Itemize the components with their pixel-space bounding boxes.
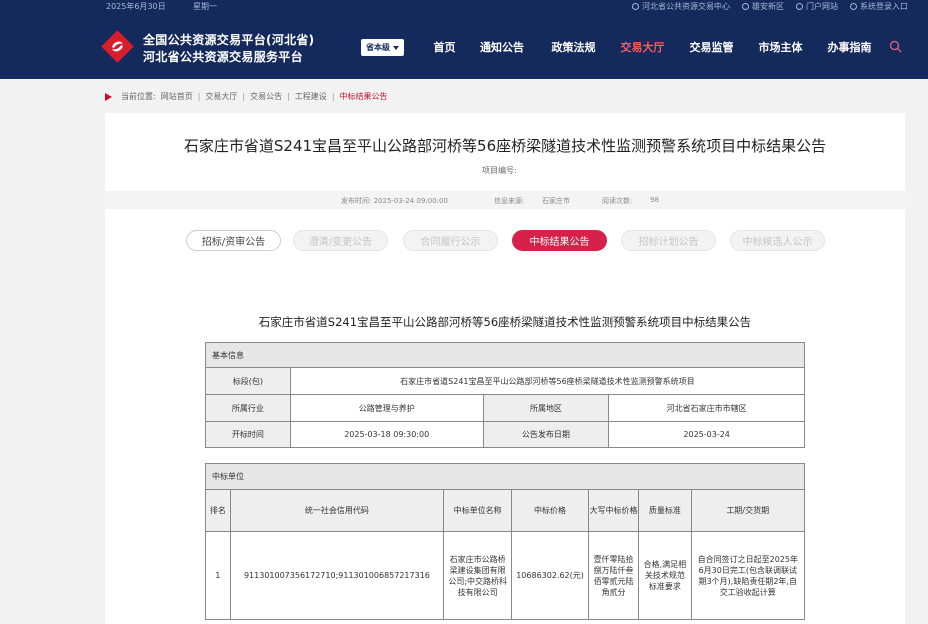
cell-price: 10686302.62(元) xyxy=(511,531,589,620)
value-industry: 公路管理与养护 xyxy=(289,394,484,422)
section-basic-info: 基本信息 xyxy=(205,342,805,368)
cell-credit-code: 911301007356172710;911301006857217316 xyxy=(229,531,445,620)
notice-tabs: 招标/资审公告 澄清/变更公告 合同履行公示 中标结果公告 招标计划公告 中标候… xyxy=(105,230,905,252)
nav-item-guide[interactable]: 办事指南 xyxy=(815,39,884,55)
cell-period: 自合同签订之日起至2025年6月30日完工(包含联调联试期3个月),缺陷责任期2… xyxy=(690,531,806,620)
globe-icon xyxy=(632,3,639,10)
breadcrumb-home[interactable]: 网站首页 xyxy=(161,91,193,102)
tab-award-result[interactable]: 中标结果公告 xyxy=(512,230,607,251)
document-title: 石家庄市省道S241宝昌至平山公路部河桥等56座桥梁隧道技术性监测预警系统项目中… xyxy=(258,315,752,329)
cell-quality: 合格,满足相关技术规范标准要求 xyxy=(638,531,692,620)
top-link-center[interactable]: 河北省公共资源交易中心 xyxy=(632,1,730,12)
nav-item-supervision[interactable]: 交易监管 xyxy=(677,39,746,55)
level-select-label: 省本级 xyxy=(366,43,390,52)
site-title-line1: 全国公共资源交易平台(河北省) xyxy=(143,33,315,47)
header-rank: 排名 xyxy=(205,489,231,532)
home-icon xyxy=(796,3,803,10)
header-price: 中标价格 xyxy=(511,489,589,532)
header-winner-name: 中标单位名称 xyxy=(443,489,513,532)
cell-price-cn: 壹仟零陆拾捌万陆仟叁佰零贰元陆角贰分 xyxy=(587,531,640,620)
top-link-xiongan[interactable]: 雄安新区 xyxy=(742,1,784,12)
label-industry: 所属行业 xyxy=(205,394,291,422)
value-region: 河北省石家庄市市辖区 xyxy=(608,394,805,422)
value-notice-date: 2025-03-24 xyxy=(608,421,805,448)
chevron-down-icon xyxy=(393,45,399,50)
article-meta-bar: 发布时间: 2025-03-24 09:00:00 信息来源: 石家庄市 阅读次… xyxy=(105,191,905,209)
top-link-portal[interactable]: 门户网站 xyxy=(796,1,838,12)
location-arrow-icon xyxy=(105,92,112,101)
breadcrumb-separator: | xyxy=(197,92,201,101)
current-weekday: 星期一 xyxy=(193,2,217,11)
top-bar: 2025年6月30日 星期一 河北省公共资源交易中心 雄安新区 门户网站 系统登… xyxy=(0,0,928,13)
nav-item-trading-hall[interactable]: 交易大厅 xyxy=(608,39,677,55)
project-number-label: 项目编号: xyxy=(482,166,517,175)
views-value: 98 xyxy=(650,196,659,204)
site-header: 2025年6月30日 星期一 河北省公共资源交易中心 雄安新区 门户网站 系统登… xyxy=(0,0,928,79)
breadcrumb-prefix: 当前位置: xyxy=(121,92,156,101)
breadcrumb-separator: | xyxy=(331,92,335,101)
breadcrumb-separator: | xyxy=(242,92,246,101)
value-section: 石家庄市省道S241宝昌至平山公路部河桥等56座桥梁隧道技术性监测预警系统项目 xyxy=(289,367,806,395)
level-select[interactable]: 省本级 xyxy=(361,39,404,56)
breadcrumb-engineering[interactable]: 工程建设 xyxy=(295,91,327,102)
main-nav: 首页 通知公告 政策法规 交易大厅 交易监管 市场主体 办事指南 xyxy=(424,39,884,55)
header-credit-code: 统一社会信用代码 xyxy=(229,489,445,532)
label-open-time: 开标时间 xyxy=(205,421,291,448)
location-icon xyxy=(742,3,749,10)
nav-item-home[interactable]: 首页 xyxy=(424,39,465,55)
site-title-line2: 河北省公共资源交易服务平台 xyxy=(143,50,303,64)
section-winner: 中标单位 xyxy=(205,463,805,490)
tab-tender-notice[interactable]: 招标/资审公告 xyxy=(186,230,281,251)
label-section: 标段(包) xyxy=(205,367,291,395)
header-quality: 质量标准 xyxy=(638,489,692,532)
top-links: 河北省公共资源交易中心 雄安新区 门户网站 系统登录入口 xyxy=(632,1,908,12)
table-row: 1 911301007356172710;911301006857217316 … xyxy=(205,531,806,620)
cell-rank: 1 xyxy=(205,531,231,620)
cell-winner-name: 石家庄市公路桥梁建设集团有限公司;中交路桥科技有限公司 xyxy=(443,531,513,620)
breadcrumb-separator: | xyxy=(287,92,290,101)
breadcrumb-current: 中标结果公告 xyxy=(339,92,388,101)
header-price-cn: 大写中标价格 xyxy=(587,489,640,532)
tab-contract-performance[interactable]: 合同履行公示 xyxy=(403,230,498,251)
breadcrumb: 当前位置: 网站首页 | 交易大厅 | 交易公告 | 工程建设 | 中标结果公告 xyxy=(105,91,388,102)
current-date: 2025年6月30日 xyxy=(106,2,166,11)
search-icon[interactable] xyxy=(889,40,902,53)
site-logo[interactable] xyxy=(101,30,134,63)
tab-tender-plan[interactable]: 招标计划公告 xyxy=(621,230,716,251)
winner-table: 中标单位 排名 统一社会信用代码 中标单位名称 中标价格 大写中标价格 质量标准… xyxy=(205,463,806,620)
label-region: 所属地区 xyxy=(482,394,610,422)
tab-candidate[interactable]: 中标候选人公示 xyxy=(730,230,825,251)
views-label: 阅读次数: xyxy=(602,197,633,205)
label-notice-date: 公告发布日期 xyxy=(482,421,610,448)
breadcrumb-trading-notices[interactable]: 交易公告 xyxy=(250,91,282,102)
publish-time: 发布时间: 2025-03-24 09:00:00 xyxy=(341,197,448,205)
nav-item-policies[interactable]: 政策法规 xyxy=(539,39,608,55)
nav-item-market-entities[interactable]: 市场主体 xyxy=(746,39,815,55)
breadcrumb-trading-hall[interactable]: 交易大厅 xyxy=(205,91,237,102)
source-value: 石家庄市 xyxy=(542,197,570,205)
article-card: 石家庄市省道S241宝昌至平山公路部河桥等56座桥梁隧道技术性监测预警系统项目中… xyxy=(105,113,905,624)
value-open-time: 2025-03-18 09:30:00 xyxy=(289,421,484,448)
top-link-login[interactable]: 系统登录入口 xyxy=(850,1,908,12)
page-title: 石家庄市省道S241宝昌至平山公路部河桥等56座桥梁隧道技术性监测预警系统项目中… xyxy=(183,137,827,155)
source-label: 信息来源: xyxy=(494,197,525,205)
header-period: 工期/交货期 xyxy=(690,489,806,532)
basic-info-table: 基本信息 标段(包) 石家庄市省道S241宝昌至平山公路部河桥等56座桥梁隧道技… xyxy=(205,342,806,448)
tab-clarification[interactable]: 澄清/变更公告 xyxy=(293,230,388,251)
nav-item-notices[interactable]: 通知公告 xyxy=(465,39,539,55)
login-icon xyxy=(850,3,857,10)
